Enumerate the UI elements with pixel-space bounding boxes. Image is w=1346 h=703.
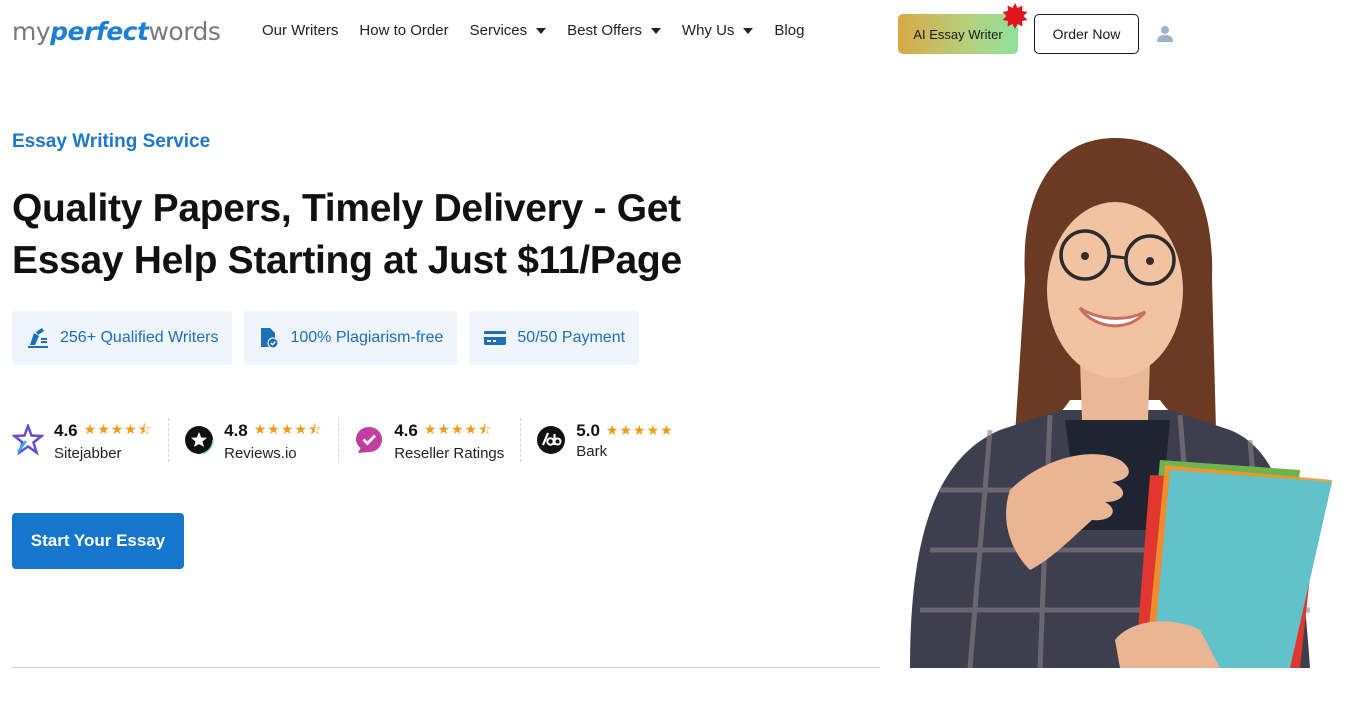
- student-photo: [910, 138, 1332, 668]
- rating-score: 4.6: [394, 420, 418, 440]
- feature-list: 256+ Qualified Writers 100% Plagiarism-f…: [12, 311, 640, 365]
- nav-services[interactable]: Services: [470, 22, 547, 39]
- chevron-down-icon: [650, 27, 661, 34]
- site-logo[interactable]: myperfectwords: [12, 14, 221, 50]
- hero-headline: Quality Papers, Timely Delivery - Get Es…: [12, 187, 682, 282]
- ratings-row: 4.6 ★★★★⯪ Sitejabber 4.8 ★★★★⯪ Reviews.i…: [12, 418, 690, 462]
- star-rating-icons: ★★★★⯪: [253, 420, 323, 437]
- nav-blog[interactable]: Blog: [774, 22, 804, 39]
- ai-essay-writer-button[interactable]: AI Essay Writer: [898, 14, 1018, 54]
- rating-score: 5.0: [576, 420, 600, 440]
- feature-plagiarism-free: 100% Plagiarism-free: [244, 311, 458, 365]
- start-your-essay-button[interactable]: Start Your Essay: [12, 513, 184, 569]
- star-rating-icons: ★★★★⯪: [83, 420, 153, 437]
- rating-reseller-ratings[interactable]: 4.6 ★★★★⯪ Reseller Ratings: [338, 418, 520, 462]
- new-badge-burst-icon: [1002, 3, 1028, 29]
- main-nav: Our Writers How to Order Services Best O…: [262, 22, 804, 39]
- rating-source-name: Reviews.io: [224, 444, 297, 462]
- writer-icon: [28, 328, 48, 348]
- rating-source-name: Sitejabber: [54, 444, 122, 462]
- nav-our-writers[interactable]: Our Writers: [262, 22, 338, 39]
- chevron-down-icon: [743, 27, 754, 34]
- order-now-button[interactable]: Order Now: [1034, 14, 1139, 54]
- nav-why-us[interactable]: Why Us: [682, 22, 754, 39]
- nav-best-offers[interactable]: Best Offers: [567, 22, 661, 39]
- rating-source-name: Reseller Ratings: [394, 444, 505, 462]
- rating-bark[interactable]: 5.0 ★★★★★ Bark: [520, 418, 689, 462]
- star-rating-icons: ★★★★⯪: [423, 420, 493, 437]
- rating-score: 4.8: [224, 420, 248, 440]
- chevron-down-icon: [536, 27, 547, 34]
- site-header: myperfectwords Our Writers How to Order …: [0, 0, 1346, 68]
- star-rating-icons: ★★★★★: [605, 422, 674, 438]
- nav-how-to-order[interactable]: How to Order: [359, 22, 448, 39]
- document-check-icon: [261, 328, 279, 349]
- rating-source-name: Bark: [576, 442, 608, 460]
- bark-icon: [537, 426, 566, 454]
- sitejabber-icon: [12, 424, 44, 456]
- reseller-ratings-icon: [356, 427, 383, 453]
- feature-qualified-writers: 256+ Qualified Writers: [12, 311, 233, 365]
- rating-sitejabber[interactable]: 4.6 ★★★★⯪ Sitejabber: [12, 418, 168, 462]
- rating-score: 4.6: [54, 420, 78, 440]
- credit-card-icon: [484, 331, 507, 345]
- hero-eyebrow: Essay Writing Service: [12, 131, 211, 152]
- feature-50-50-payment: 50/50 Payment: [469, 311, 640, 365]
- section-divider: [12, 667, 880, 668]
- rating-reviewsio[interactable]: 4.8 ★★★★⯪ Reviews.io: [168, 418, 338, 462]
- user-icon[interactable]: [1156, 25, 1174, 43]
- reviewsio-icon: [184, 425, 214, 455]
